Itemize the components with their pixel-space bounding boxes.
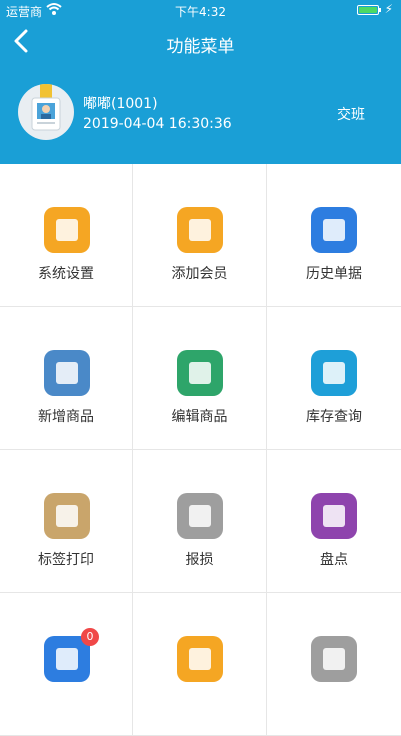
menu-item-label: 报损 (185, 552, 214, 568)
add-product-icon (44, 350, 90, 396)
vip-icon (177, 207, 223, 253)
user-name: 嘟嘟(1001) (83, 96, 158, 112)
menu-item[interactable]: 库存查询 (267, 307, 401, 450)
header: 运营商 下午4:32 ⚡ 功能菜单 嘟嘟(1001) 2019-04-04 16… (0, 0, 401, 164)
gears-icon (44, 207, 90, 253)
menu-item-label: 盘点 (320, 552, 348, 568)
box-icon (311, 636, 357, 682)
menu-item[interactable]: 盘点 (267, 450, 401, 593)
menu-item-label: 新增商品 (38, 409, 94, 425)
menu-item-label: 系统设置 (38, 266, 94, 282)
menu-item[interactable]: 历史单据 (267, 164, 401, 307)
notification-badge: 0 (81, 628, 99, 646)
menu-item-label: 标签打印 (38, 552, 94, 568)
charging-icon: ⚡ (384, 2, 393, 16)
label-print-icon (44, 493, 90, 539)
battery-icon (357, 5, 381, 15)
broken-egg-icon (177, 493, 223, 539)
clock: 下午4:32 (175, 5, 226, 19)
avatar (18, 84, 74, 140)
menu-item-label: 历史单据 (306, 266, 362, 282)
edit-product-icon (177, 350, 223, 396)
menu-item[interactable] (267, 593, 401, 736)
menu-item-label: 库存查询 (306, 409, 362, 425)
menu-item[interactable] (133, 593, 267, 736)
login-time: 2019-04-04 16:30:36 (83, 116, 232, 132)
avatar-icon (31, 84, 61, 131)
documents-clock-icon (311, 207, 357, 253)
page-title: 功能菜单 (166, 37, 235, 57)
clipboard-alert-icon (177, 636, 223, 682)
clipboard-check-icon (311, 493, 357, 539)
menu-item[interactable]: 0 (0, 593, 133, 736)
menu-item[interactable]: 编辑商品 (133, 307, 267, 450)
menu-item[interactable]: 新增商品 (0, 307, 133, 450)
shift-button[interactable]: 交班 (337, 104, 365, 124)
menu-item[interactable]: 系统设置 (0, 164, 133, 307)
stock-search-icon (311, 350, 357, 396)
status-bar: 运营商 下午4:32 ⚡ (0, 0, 401, 20)
menu-item[interactable]: 标签打印 (0, 450, 133, 593)
menu-item[interactable]: 报损 (133, 450, 267, 593)
menu-item[interactable]: 添加会员 (133, 164, 267, 307)
menu-item-label: 添加会员 (171, 266, 228, 282)
menu-item-label: 编辑商品 (171, 409, 228, 425)
